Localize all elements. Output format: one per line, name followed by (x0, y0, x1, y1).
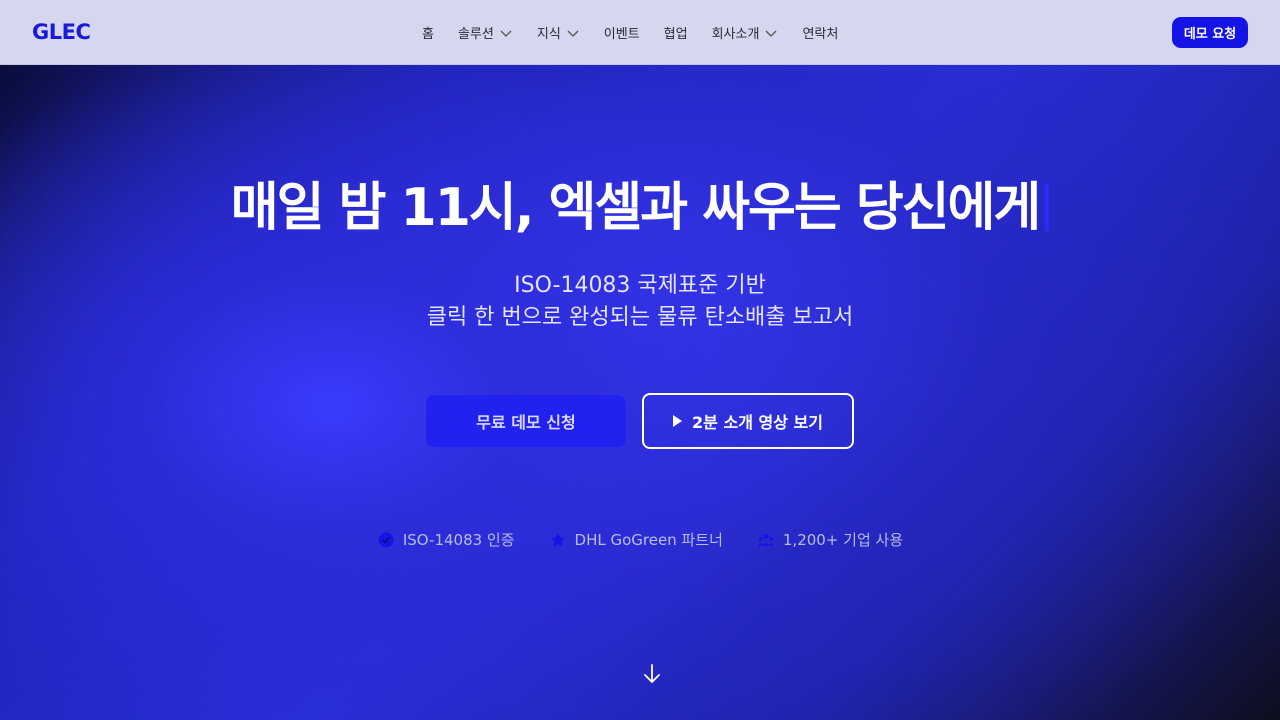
badge-label: ISO-14083 인증 (402, 531, 515, 549)
badge-dhl: DHL GoGreen 파트너 (549, 529, 723, 550)
hero-subtitle-line2: 클릭 한 번으로 완성되는 물류 탄소배출 보고서 (426, 305, 854, 330)
typing-cursor (1045, 183, 1050, 231)
chevron-down-icon (765, 30, 777, 37)
nav-item-knowledge[interactable]: 지식 (525, 23, 592, 42)
nav-item-partnership[interactable]: 협업 (652, 23, 700, 42)
nav-item-events[interactable]: 이벤트 (592, 23, 652, 42)
free-demo-button[interactable]: 무료 데모 신청 (426, 395, 626, 447)
check-circle-icon (378, 532, 394, 547)
nav-item-home[interactable]: 홈 (410, 23, 446, 42)
badge-label: DHL GoGreen 파트너 (574, 531, 723, 549)
trust-badges: ISO-14083 인증 DHL GoGreen 파트너 1,200+ 기업 사… (0, 529, 1280, 550)
watch-video-label: 2분 소개 영상 보기 (692, 413, 823, 432)
nav-item-label: 연락처 (802, 27, 839, 42)
nav-item-label: 이벤트 (603, 27, 640, 42)
scroll-down-arrow-icon[interactable] (641, 662, 663, 686)
demo-request-button[interactable]: 데모 요청 (1172, 17, 1248, 48)
nav-item-label: 지식 (536, 27, 561, 42)
star-icon (549, 532, 566, 547)
hero-section: 매일 밤 11시, 엑셀과 싸우는 당신에게 ISO-14083 국제표준 기반… (0, 65, 1280, 720)
nav-item-label: 회사소개 (711, 27, 760, 42)
nav-item-solutions[interactable]: 솔루션 (446, 23, 525, 42)
nav-item-label: 협업 (663, 27, 688, 42)
play-icon (673, 415, 683, 427)
badge-label: 1,200+ 기업 사용 (782, 531, 904, 549)
hero-headline-text: 매일 밤 11시, 엑셀과 싸우는 당신에게 (230, 178, 1041, 238)
nav-item-label: 솔루션 (457, 27, 494, 42)
chevron-down-icon (567, 30, 579, 37)
logo[interactable]: GLEC (32, 20, 91, 44)
hero-headline: 매일 밤 11시, 엑셀과 싸우는 당신에게 (0, 165, 1280, 240)
nav-item-contact[interactable]: 연락처 (790, 23, 850, 42)
main-nav: 홈 솔루션 지식 이벤트 협업 회사소개 연락처 (410, 0, 850, 65)
site-header: GLEC 홈 솔루션 지식 이벤트 협업 회사소개 연락처 데모 요청 (0, 0, 1280, 65)
badge-users: 1,200+ 기업 사용 (757, 529, 903, 550)
nav-item-label: 홈 (422, 27, 434, 42)
users-icon (757, 533, 775, 546)
chevron-down-icon (500, 30, 512, 37)
hero-subtitle-line1: ISO-14083 국제표준 기반 (514, 273, 766, 298)
nav-item-about[interactable]: 회사소개 (700, 23, 791, 42)
watch-video-button[interactable]: 2분 소개 영상 보기 (642, 393, 854, 449)
badge-iso: ISO-14083 인증 (377, 529, 515, 550)
